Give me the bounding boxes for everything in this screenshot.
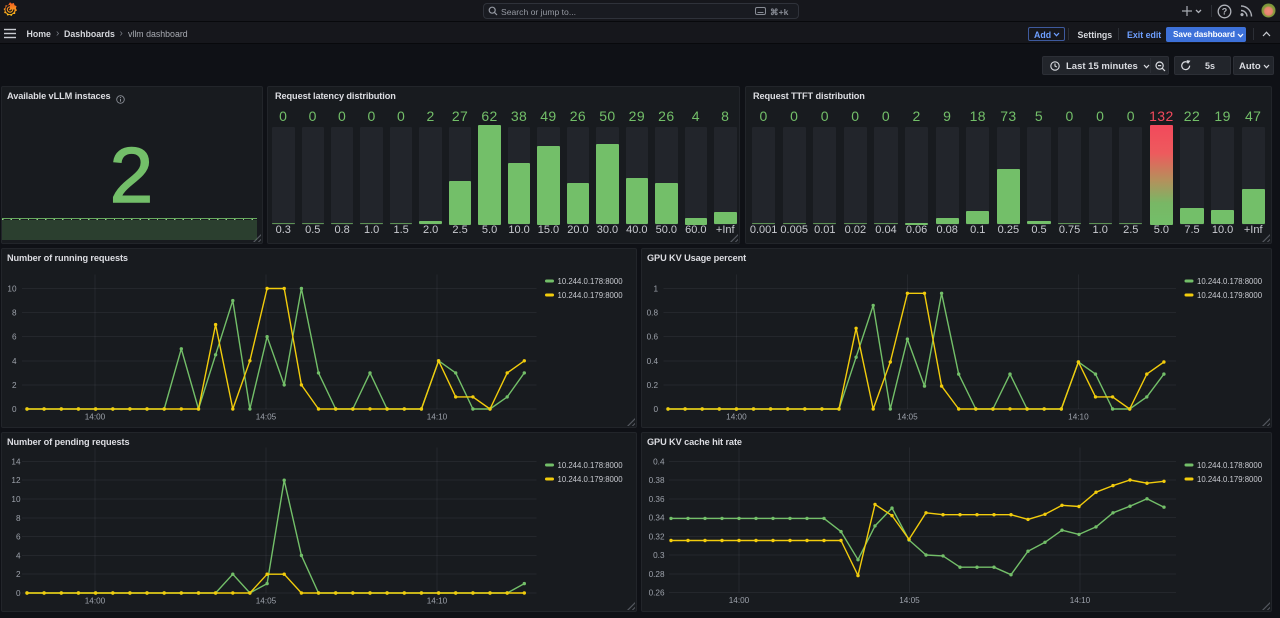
svg-text:?: ? (1222, 6, 1228, 16)
